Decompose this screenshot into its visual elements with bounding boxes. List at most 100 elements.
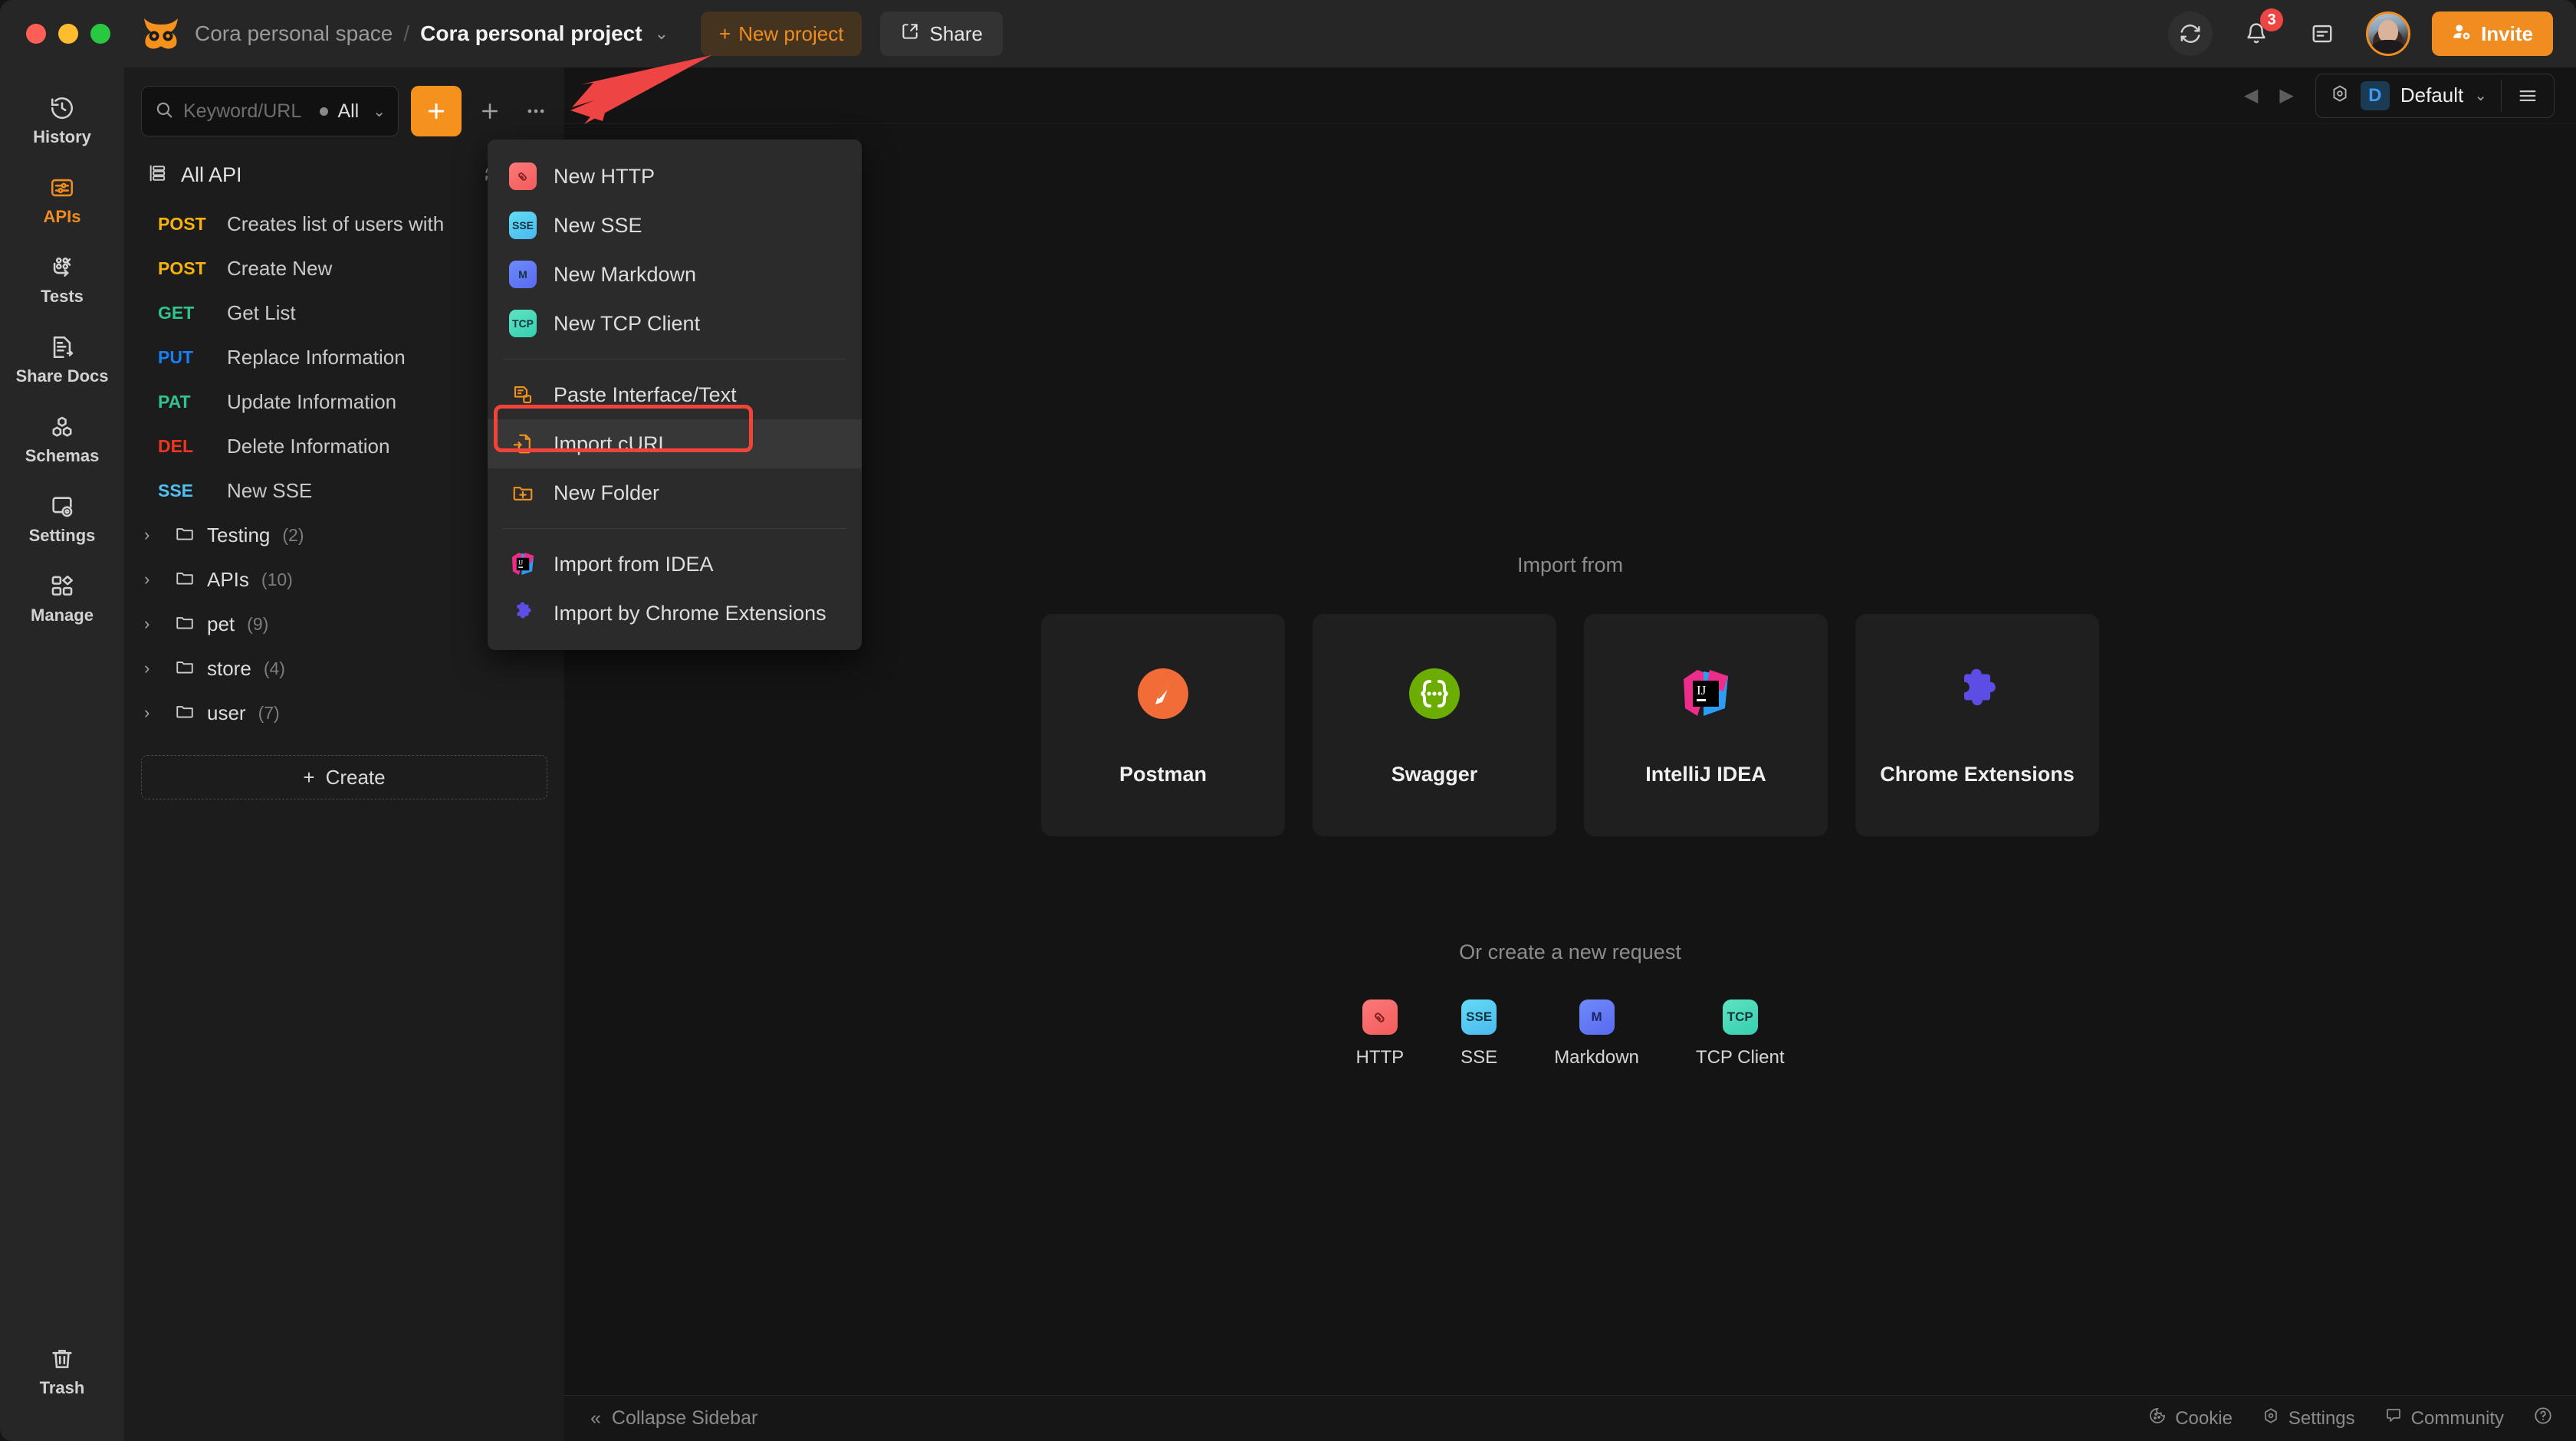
help-button[interactable] (2533, 1406, 2553, 1431)
title-bar-actions: 3 Invite (2168, 8, 2553, 56)
apifox-owl-logo-icon (141, 17, 181, 51)
chevron-down-icon[interactable]: ⌄ (2474, 86, 2487, 105)
menu-item-new-folder[interactable]: New Folder (488, 468, 862, 517)
import-card-label: Swagger (1391, 762, 1478, 786)
api-name: Get List (227, 300, 296, 324)
sidebar-item-share-docs[interactable]: Share Docs (8, 323, 116, 394)
chrome-extension-icon (1948, 665, 2006, 723)
menu-item-new-tcp-client[interactable]: TCP New TCP Client (488, 299, 862, 348)
menu-item-import-by-chrome-extensions[interactable]: Import by Chrome Extensions (488, 589, 862, 638)
help-circle-icon (2533, 1406, 2553, 1431)
environment-gear-icon (2330, 84, 2350, 107)
api-name: Update Information (227, 389, 397, 413)
quick-create-sse[interactable]: SSE SSE (1460, 1000, 1497, 1068)
menu-item-label: Import by Chrome Extensions (554, 601, 826, 625)
menu-item-import-curl[interactable]: Import cURL (488, 419, 862, 468)
intellij-idea-icon: IJ (509, 550, 537, 578)
collapse-sidebar-button[interactable]: « Collapse Sidebar (590, 1407, 757, 1430)
folder-icon (175, 568, 195, 592)
nav-forward-icon[interactable]: ▶ (2279, 84, 2293, 107)
sidebar-item-schemas[interactable]: Schemas (8, 403, 116, 474)
maximize-window-button[interactable] (90, 24, 110, 44)
notification-badge: 3 (2260, 8, 2284, 31)
markdown-tile-icon: M (1579, 1000, 1615, 1035)
plus-icon: + (303, 765, 315, 789)
community-button[interactable]: Community (2384, 1407, 2504, 1430)
chevron-right-icon[interactable]: › (144, 525, 163, 545)
avatar[interactable] (2366, 11, 2411, 56)
cookie-button[interactable]: Cookie (2148, 1407, 2233, 1430)
primary-nav-rail: History APIs Tests Share Docs Schemas Se… (0, 67, 124, 1441)
menu-item-import-from-idea[interactable]: IJ Import from IDEA (488, 540, 862, 589)
paste-interface-icon (509, 381, 537, 409)
sync-button[interactable] (2168, 11, 2213, 56)
http-method: SSE (158, 480, 194, 501)
all-api-label: All API (181, 163, 242, 186)
quick-create-markdown[interactable]: M Markdown (1554, 1000, 1639, 1068)
notes-button[interactable] (2300, 11, 2344, 56)
folder-name: store (207, 656, 251, 680)
import-card-intellij-idea[interactable]: IJ IntelliJ IDEA (1584, 614, 1828, 836)
notifications-button[interactable]: 3 (2234, 8, 2284, 56)
folder-name: user (207, 701, 246, 724)
search-input[interactable]: Keyword/URL (183, 100, 310, 123)
community-label: Community (2410, 1407, 2504, 1429)
share-button[interactable]: Share (880, 11, 1003, 56)
search-box[interactable]: Keyword/URL All ⌄ (141, 86, 399, 136)
quick-create-label: HTTP (1355, 1047, 1405, 1068)
chrome-extension-icon (509, 599, 537, 627)
folder-count: (9) (247, 613, 269, 634)
chevron-right-icon[interactable]: › (144, 703, 163, 723)
markdown-tile-icon: M (509, 261, 537, 288)
sidebar-item-history[interactable]: History (8, 84, 116, 155)
add-new-button[interactable] (411, 86, 462, 136)
import-cards: Postman Swagger IJ IntelliJ IDEA Chrome … (1041, 614, 2099, 836)
svg-text:IJ: IJ (1697, 683, 1707, 698)
api-name: Create New (227, 256, 333, 280)
import-card-swagger[interactable]: Swagger (1313, 614, 1556, 836)
import-card-postman[interactable]: Postman (1041, 614, 1285, 836)
settings-button[interactable]: Settings (2262, 1407, 2355, 1430)
search-filter-value[interactable]: All (337, 100, 359, 123)
menu-item-paste-interface-text[interactable]: Paste Interface/Text (488, 370, 862, 419)
http-tile-icon (509, 162, 537, 190)
sidebar-item-trash[interactable]: Trash (8, 1335, 116, 1406)
chevron-right-icon[interactable]: › (144, 658, 163, 678)
import-card-chrome-extensions[interactable]: Chrome Extensions (1855, 614, 2099, 836)
breadcrumb-space[interactable]: Cora personal space (195, 21, 393, 46)
environment-menu-icon[interactable] (2502, 85, 2554, 107)
folder-name: APIs (207, 567, 249, 591)
breadcrumb-project[interactable]: Cora personal project (420, 21, 642, 46)
folder-item-store[interactable]: › store (4) (124, 646, 564, 691)
more-options-icon[interactable] (524, 100, 547, 123)
folder-count: (4) (263, 658, 285, 678)
chevron-right-icon[interactable]: › (144, 614, 163, 634)
menu-item-new-sse[interactable]: SSE New SSE (488, 201, 862, 250)
chevron-right-icon[interactable]: › (144, 570, 163, 589)
add-item-icon[interactable] (478, 100, 501, 123)
quick-create-http[interactable]: HTTP (1355, 1000, 1404, 1068)
sidebar-item-apis[interactable]: APIs (8, 164, 116, 235)
new-project-button[interactable]: + New project (701, 11, 863, 56)
create-button[interactable]: + Create (141, 755, 547, 799)
folder-name: pet (207, 612, 235, 635)
environment-picker[interactable]: D Default ⌄ (2316, 80, 2501, 110)
quick-create-tcp-client[interactable]: TCP TCP Client (1696, 1000, 1785, 1068)
nav-back-icon[interactable]: ◀ (2244, 84, 2258, 107)
invite-button[interactable]: Invite (2432, 11, 2553, 56)
create-request-title: Or create a new request (1459, 940, 1681, 963)
sidebar-item-tests[interactable]: Tests (8, 244, 116, 314)
folder-item-user[interactable]: › user (7) (124, 691, 564, 735)
all-api-row[interactable]: All API (141, 156, 547, 194)
sidebar-item-manage[interactable]: Manage (8, 563, 116, 633)
folder-icon (175, 524, 195, 547)
menu-item-new-http[interactable]: New HTTP (488, 152, 862, 201)
sidebar-item-settings[interactable]: Settings (8, 483, 116, 553)
folder-name: Testing (207, 523, 271, 547)
minimize-window-button[interactable] (58, 24, 78, 44)
chevron-down-icon[interactable]: ⌄ (373, 102, 386, 121)
menu-item-new-markdown[interactable]: M New Markdown (488, 250, 862, 299)
chevron-down-icon[interactable]: ⌄ (655, 24, 669, 44)
close-window-button[interactable] (26, 24, 46, 44)
filter-dot-icon (320, 107, 329, 116)
